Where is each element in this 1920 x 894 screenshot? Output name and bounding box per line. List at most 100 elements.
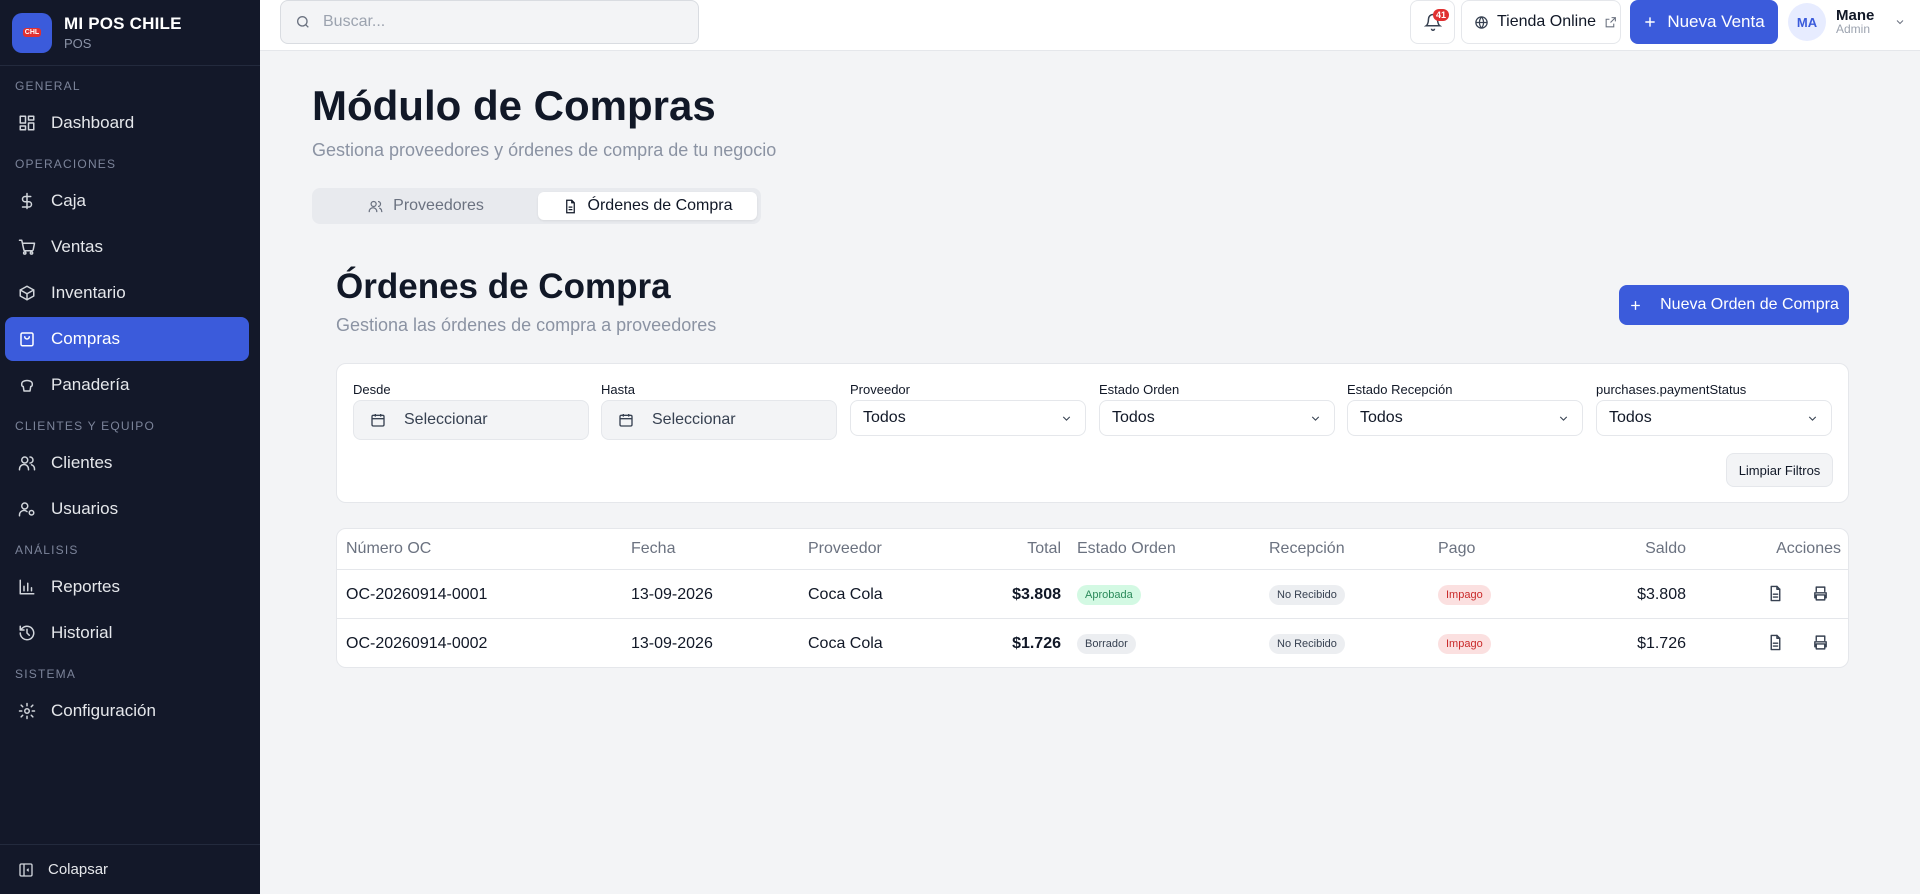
topbar: 41 Tienda Online Nueva Venta MA Mane Adm…	[260, 0, 1920, 51]
tab-ordenes-de-compra[interactable]: Órdenes de Compra	[538, 192, 757, 220]
chevron-down-icon	[1062, 415, 1071, 421]
view-document-button[interactable]	[1767, 634, 1785, 652]
tab-label: Proveedores	[393, 197, 484, 214]
globe-icon	[1475, 15, 1488, 29]
page-title: Módulo de Compras	[312, 82, 716, 129]
cell-fecha: 13-09-2026	[631, 585, 713, 603]
user-menu[interactable]: MA Mane Admin	[1788, 0, 1914, 44]
column-header-pago: Pago	[1438, 540, 1476, 557]
filter-label-estado-orden: Estado Orden	[1099, 382, 1180, 397]
brand-subtitle: POS	[64, 36, 92, 51]
payment-status-select[interactable]: Todos	[1596, 400, 1832, 436]
sidebar-item-configuracion[interactable]: Configuración	[5, 689, 249, 733]
cell-total: $1.726	[1012, 634, 1061, 652]
cell-numero: OC-20260914-0001	[346, 585, 488, 603]
column-header-estado-orden: Estado Orden	[1077, 540, 1176, 557]
hasta-date-picker[interactable]: Seleccionar	[601, 400, 837, 440]
plus-icon	[1645, 17, 1655, 27]
status-badge-estado: Aprobada	[1077, 584, 1141, 605]
users-icon	[368, 200, 383, 212]
page-subtitle: Gestiona proveedores y órdenes de compra…	[312, 140, 777, 160]
limpiar-filtros-button[interactable]: Limpiar Filtros	[1726, 453, 1833, 487]
print-button[interactable]	[1812, 634, 1830, 652]
collapse-icon	[19, 862, 33, 877]
estado-recepcion-select[interactable]: Todos	[1347, 400, 1583, 436]
sidebar-item-historial[interactable]: Historial	[5, 611, 249, 655]
chevron-down-icon	[1808, 415, 1817, 421]
printer-icon	[1814, 586, 1827, 601]
brand-logo: CHL	[12, 12, 52, 53]
proveedor-value: Todos	[863, 409, 906, 426]
filter-label-estado-recepcion: Estado Recepción	[1347, 382, 1453, 397]
dashboard-icon	[19, 115, 35, 131]
filter-label-proveedor: Proveedor	[850, 382, 910, 397]
sidebar-item-label: Caja	[51, 191, 86, 210]
nueva-orden-compra-button[interactable]: Nueva Orden de Compra	[1619, 285, 1849, 325]
notification-badge: 41	[1433, 9, 1450, 21]
search-box[interactable]	[280, 0, 699, 44]
filter-label-hasta: Hasta	[601, 382, 635, 397]
estado-orden-value: Todos	[1112, 409, 1155, 426]
collapse-button[interactable]: Colapsar	[0, 844, 260, 894]
avatar: MA	[1788, 3, 1826, 41]
tienda-online-button[interactable]: Tienda Online	[1461, 0, 1621, 44]
chart-icon	[19, 579, 35, 595]
status-badge-pago: Impago	[1438, 584, 1491, 605]
external-link-icon	[1605, 16, 1616, 27]
sidebar-item-usuarios[interactable]: Usuarios	[5, 487, 249, 531]
payment-status-value: Todos	[1609, 409, 1652, 426]
sidebar-item-panaderia[interactable]: Panadería	[5, 363, 249, 407]
cell-fecha: 13-09-2026	[631, 634, 713, 652]
view-document-button[interactable]	[1767, 585, 1785, 603]
sidebar-item-label: Reportes	[51, 577, 120, 596]
sidebar-item-dashboard[interactable]: Dashboard	[5, 101, 249, 145]
tab-proveedores[interactable]: Proveedores	[316, 192, 536, 220]
nueva-orden-compra-label: Nueva Orden de Compra	[1660, 296, 1839, 313]
section-subtitle: Gestiona las órdenes de compra a proveed…	[336, 315, 717, 335]
chevron-down-icon	[1559, 415, 1568, 421]
estado-recepcion-value: Todos	[1360, 409, 1403, 426]
sidebar-item-inventario[interactable]: Inventario	[5, 271, 249, 315]
user-role: Admin	[1836, 22, 1871, 36]
proveedor-select[interactable]: Todos	[850, 400, 1086, 436]
sidebar-item-label: Dashboard	[51, 113, 135, 132]
cell-numero: OC-20260914-0002	[346, 634, 488, 652]
chevron-down-icon	[1311, 415, 1320, 421]
sidebar-item-label: Panadería	[51, 375, 130, 394]
sidebar-item-reportes[interactable]: Reportes	[5, 565, 249, 609]
document-icon	[1770, 585, 1781, 602]
desde-date-picker[interactable]: Seleccionar	[353, 400, 589, 440]
brand[interactable]: CHL MI POS CHILE POS	[0, 0, 260, 66]
nueva-venta-button[interactable]: Nueva Venta	[1630, 0, 1778, 44]
table-row[interactable]: OC-20260914-0001 13-09-2026 Coca Cola $3…	[337, 569, 1848, 618]
tab-label: Órdenes de Compra	[587, 197, 733, 214]
history-icon	[19, 625, 35, 641]
sidebar-item-caja[interactable]: Caja	[5, 179, 249, 223]
notifications-button[interactable]: 41	[1410, 0, 1455, 44]
sidebar: CHL MI POS CHILE POS GENERAL Dashboard O…	[0, 0, 260, 894]
status-badge-pago: Impago	[1438, 633, 1491, 654]
cart-icon	[18, 239, 36, 255]
column-header-saldo: Saldo	[1645, 540, 1686, 557]
tienda-online-label: Tienda Online	[1497, 13, 1597, 30]
gear-icon	[18, 702, 36, 720]
sidebar-item-ventas[interactable]: Ventas	[5, 225, 249, 269]
section-analisis: ANÁLISIS	[15, 543, 79, 557]
column-header-numero: Número OC	[346, 540, 432, 557]
document-icon	[565, 199, 575, 213]
printer-icon	[1814, 635, 1827, 650]
print-button[interactable]	[1812, 585, 1830, 603]
brand-logo-text: CHL	[22, 28, 42, 37]
users-icon	[18, 456, 36, 471]
sidebar-item-compras[interactable]: Compras	[5, 317, 249, 361]
sidebar-item-label: Historial	[51, 623, 113, 642]
document-icon	[1770, 634, 1781, 651]
status-badge-recepcion: No Recibido	[1269, 584, 1345, 605]
sidebar-item-label: Ventas	[51, 237, 103, 256]
sidebar-item-clientes[interactable]: Clientes	[5, 441, 249, 485]
search-input[interactable]	[323, 13, 663, 31]
table-row[interactable]: OC-20260914-0002 13-09-2026 Coca Cola $1…	[337, 618, 1848, 667]
estado-orden-select[interactable]: Todos	[1099, 400, 1335, 436]
sidebar-item-label: Usuarios	[51, 499, 119, 518]
section-operaciones: OPERACIONES	[15, 157, 117, 171]
